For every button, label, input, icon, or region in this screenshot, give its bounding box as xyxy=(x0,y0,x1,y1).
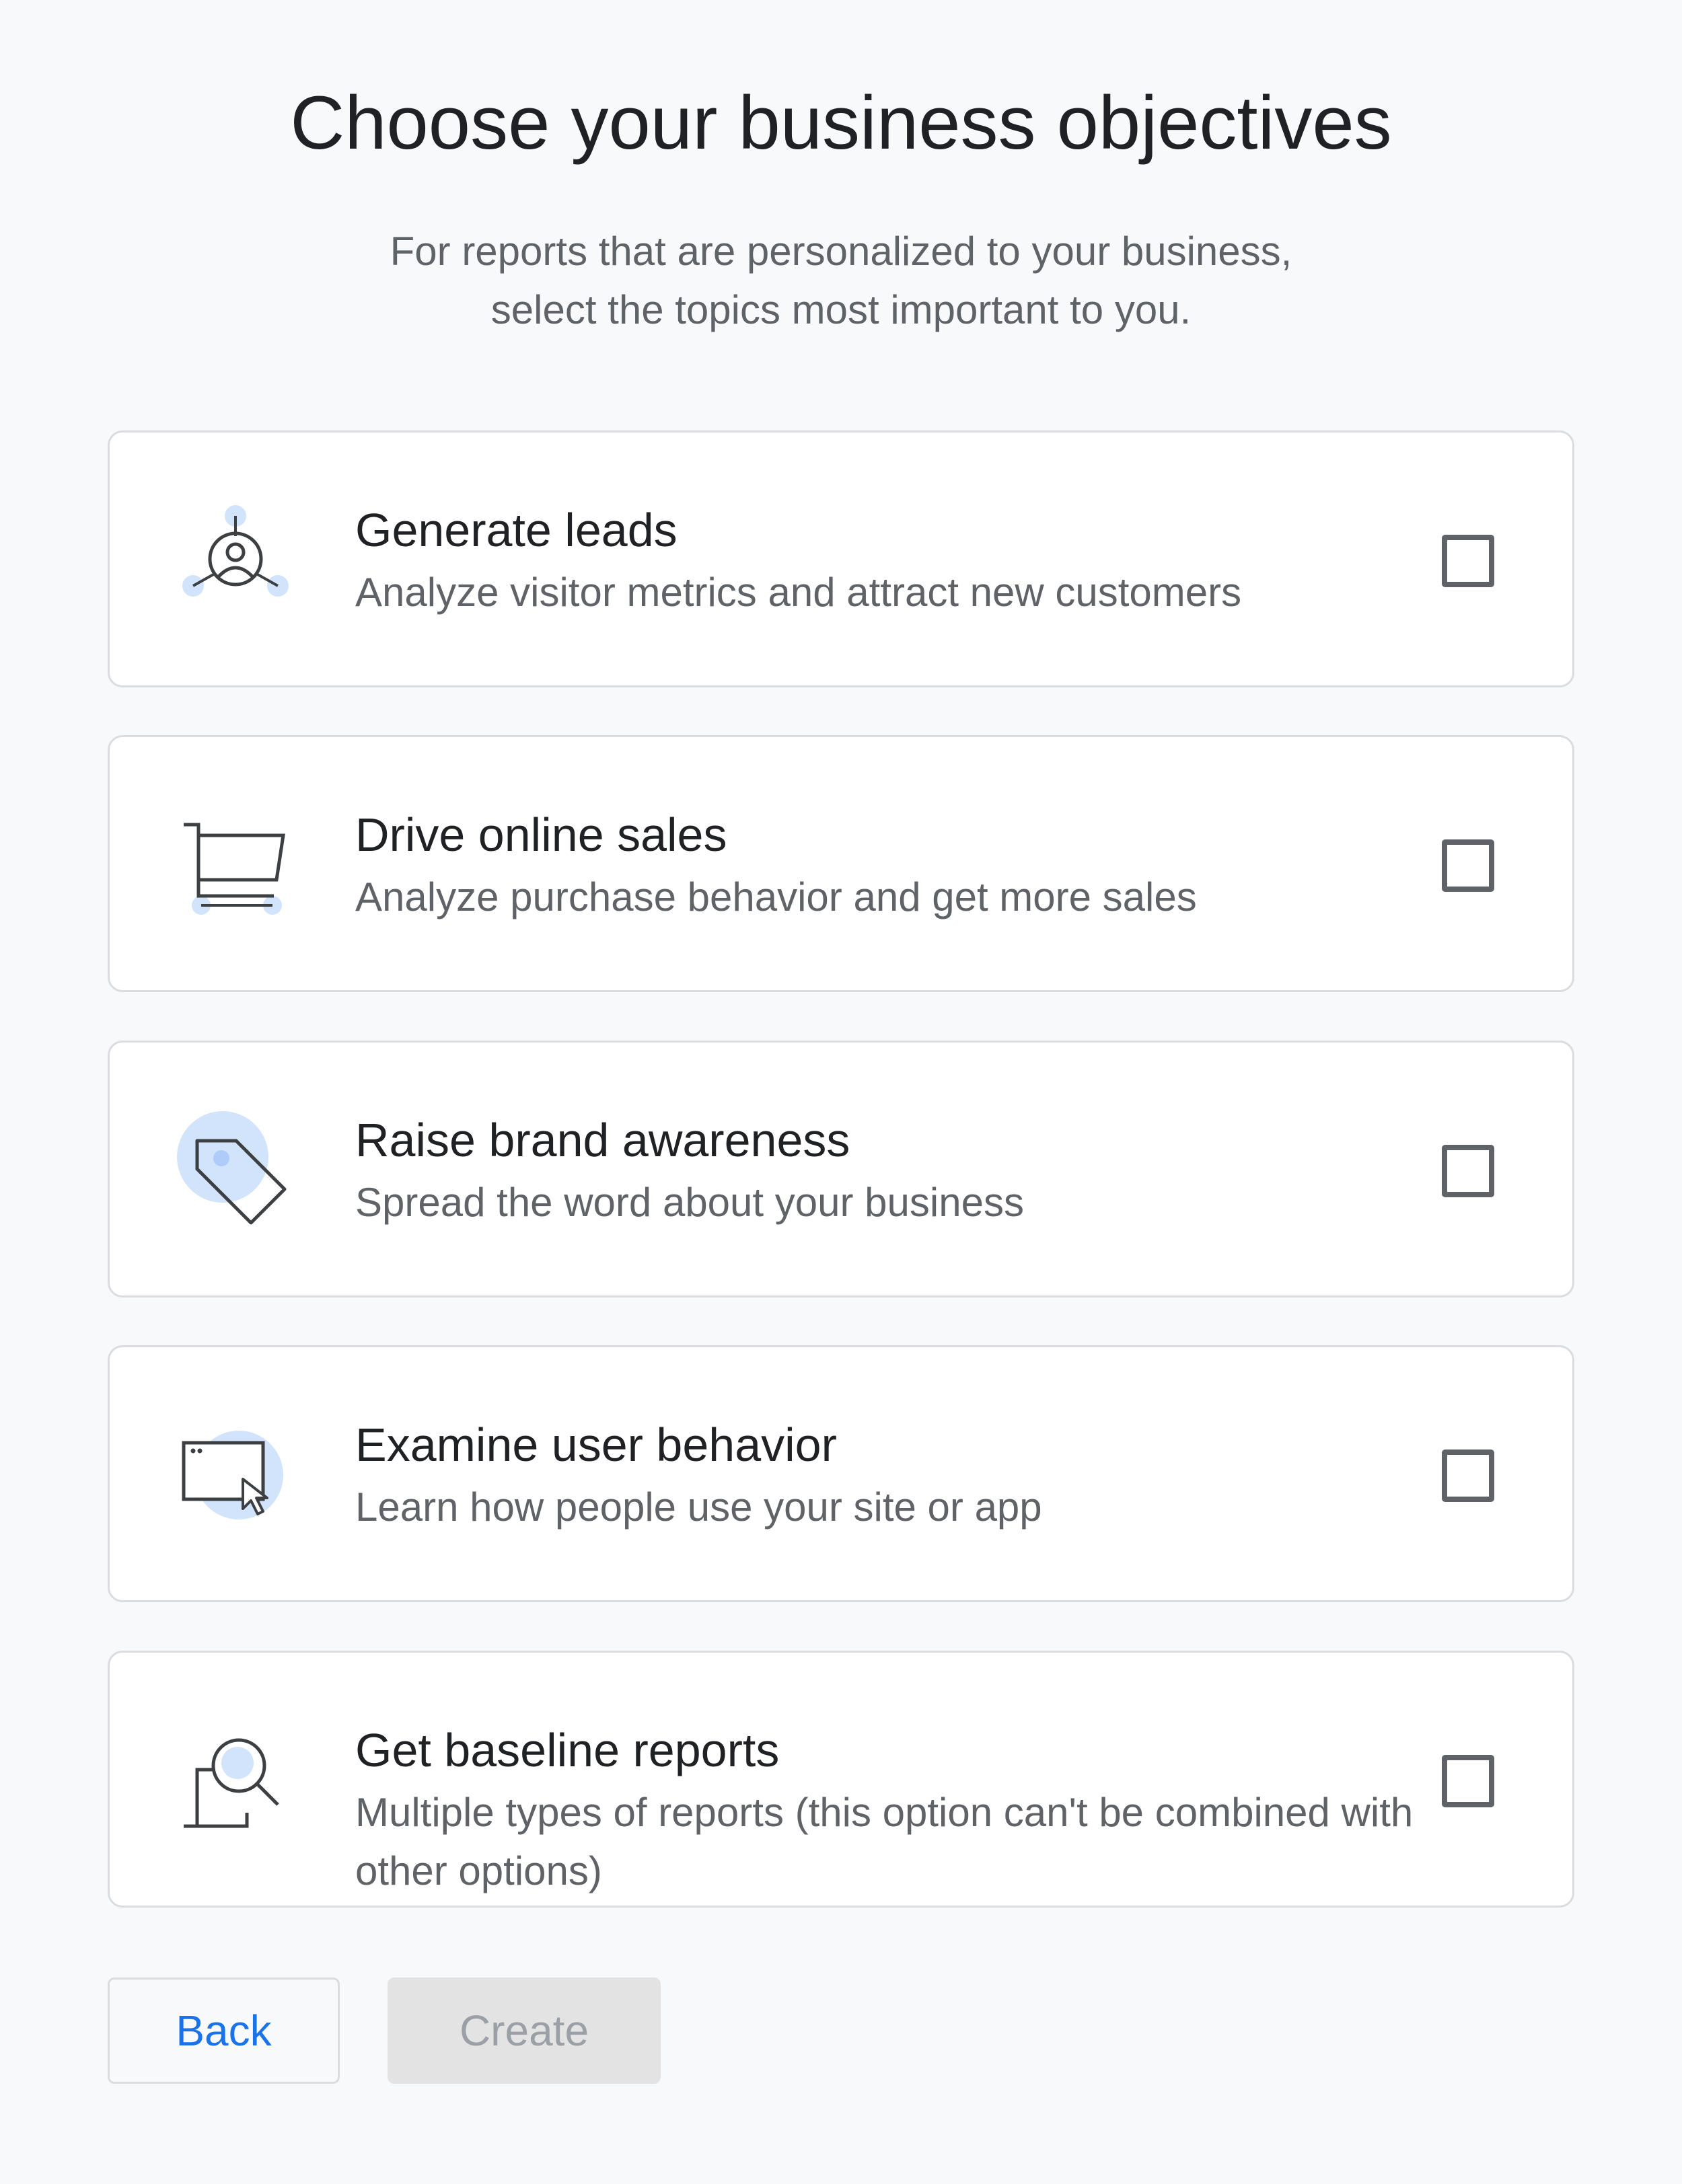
objective-description: Analyze purchase behavior and get more s… xyxy=(355,874,1197,919)
price-tag-icon xyxy=(177,1110,298,1231)
objective-card-raise-brand-awareness[interactable]: Raise brand awareness Spread the word ab… xyxy=(108,1041,1574,1297)
objective-description: Spread the word about your business xyxy=(355,1180,1024,1225)
objective-card-drive-online-sales[interactable]: Drive online sales Analyze purchase beha… xyxy=(108,735,1574,992)
objective-label: Generate leads xyxy=(355,504,678,556)
objective-card-examine-user-behavior[interactable]: Examine user behavior Learn how people u… xyxy=(108,1345,1574,1602)
objective-description: Learn how people use your site or app xyxy=(355,1484,1042,1530)
back-button[interactable]: Back xyxy=(108,1978,340,2084)
objective-text: Get baseline reports Multiple types of r… xyxy=(355,1720,1486,1900)
objectives-page: Choose your business objectives For repo… xyxy=(0,0,1682,2184)
objective-text: Drive online sales Analyze purchase beha… xyxy=(355,804,1486,926)
objective-label: Drive online sales xyxy=(355,808,727,861)
page-title: Choose your business objectives xyxy=(290,81,1392,165)
objective-checkbox[interactable] xyxy=(1442,1449,1494,1502)
objective-card-generate-leads[interactable]: Generate leads Analyze visitor metrics a… xyxy=(108,430,1574,687)
magnifier-report-icon xyxy=(177,1727,298,1848)
objective-label: Get baseline reports xyxy=(355,1724,780,1776)
objective-text: Raise brand awareness Spread the word ab… xyxy=(355,1110,1486,1232)
objective-checkbox[interactable] xyxy=(1442,535,1494,587)
page-subtitle: For reports that are personalized to you… xyxy=(0,222,1682,339)
objective-text: Generate leads Analyze visitor metrics a… xyxy=(355,500,1486,622)
browser-cursor-icon xyxy=(177,1415,298,1536)
objective-label: Raise brand awareness xyxy=(355,1114,850,1166)
create-button[interactable]: Create xyxy=(388,1978,661,2084)
objective-checkbox[interactable] xyxy=(1442,1145,1494,1197)
objective-text: Examine user behavior Learn how people u… xyxy=(355,1415,1486,1536)
subtitle-line-2: select the topics most important to you. xyxy=(490,287,1192,332)
leads-network-icon xyxy=(177,500,298,621)
objective-description: Analyze visitor metrics and attract new … xyxy=(355,570,1242,615)
objective-checkbox[interactable] xyxy=(1442,1755,1494,1807)
objective-label: Examine user behavior xyxy=(355,1419,837,1471)
objective-checkbox[interactable] xyxy=(1442,839,1494,892)
subtitle-line-1: For reports that are personalized to you… xyxy=(390,229,1292,274)
objective-card-get-baseline-reports[interactable]: Get baseline reports Multiple types of r… xyxy=(108,1651,1574,1908)
shopping-cart-icon xyxy=(177,804,298,926)
objective-description: Multiple types of reports (this option c… xyxy=(355,1790,1414,1893)
